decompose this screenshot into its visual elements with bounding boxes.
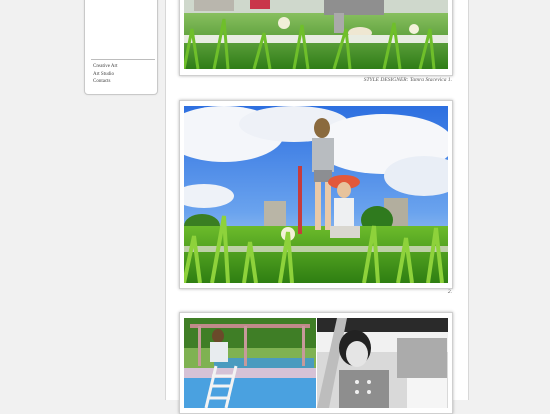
photo-2 — [184, 106, 448, 283]
photo-1 — [184, 0, 448, 69]
photo-1-caption: STYLE DESIGNER: Tamra Stacevica 1. — [363, 77, 452, 83]
photo-3-frame[interactable] — [179, 312, 453, 414]
photo-3-left — [184, 318, 316, 408]
sidebar: Creative Art Art Studio Contacts — [84, 0, 158, 95]
photo-3-right — [317, 318, 448, 408]
nav-link-art-studio[interactable]: Art Studio — [93, 71, 118, 79]
photo-1-frame[interactable] — [179, 0, 453, 76]
photo-2-caption: 2. — [447, 289, 452, 295]
sidebar-nav: Creative Art Art Studio Contacts — [93, 63, 118, 86]
photo-2-frame[interactable] — [179, 100, 453, 289]
nav-link-contacts[interactable]: Contacts — [93, 78, 118, 86]
sidebar-divider — [91, 59, 155, 60]
nav-link-creative-art[interactable]: Creative Art — [93, 63, 118, 71]
content-column: STYLE DESIGNER: Tamra Stacevica 1. 2. — [165, 0, 469, 414]
